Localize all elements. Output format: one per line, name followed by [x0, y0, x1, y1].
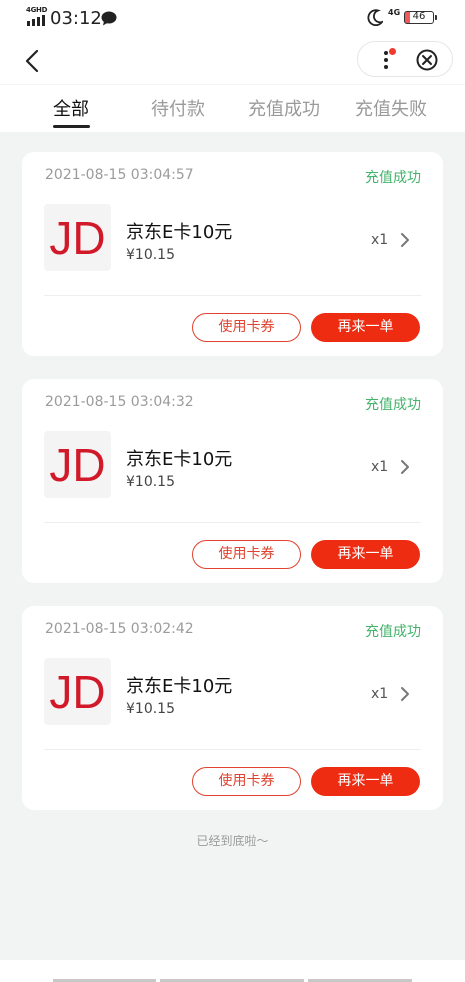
card-divider: [44, 749, 421, 750]
tab-recharge-failed[interactable]: 充值失败: [355, 95, 427, 121]
product-name: 京东E卡10元: [126, 449, 233, 470]
jd-logo-text: JD: [49, 439, 105, 491]
tab-pending-payment[interactable]: 待付款: [151, 95, 205, 121]
jd-logo: JD: [44, 431, 111, 498]
use-card-button[interactable]: 使用卡券: [192, 767, 301, 796]
order-time: 2021-08-15 03:04:32: [45, 394, 194, 410]
card-divider: [44, 522, 421, 523]
nav-bar: [0, 38, 465, 84]
signal-icon: [27, 15, 45, 26]
end-of-list-text: 已经到底啦～: [196, 834, 269, 848]
circle-x-icon[interactable]: [416, 49, 438, 71]
order-card[interactable]: 2021-08-15 03:04:32 充值成功 JD 京东E卡10元 ¥10.…: [22, 379, 443, 583]
clock: 03:12: [50, 8, 102, 29]
menu-capsule: [357, 41, 453, 77]
product-price: ¥10.15: [126, 701, 175, 717]
jd-logo-text: JD: [49, 666, 105, 718]
status-bar: 4GHD 03:12 4G 46: [0, 0, 465, 38]
order-tabs: 全部 待付款 充值成功 充值失败: [0, 84, 465, 132]
notification-dot: [389, 48, 396, 55]
use-card-button[interactable]: 使用卡券: [192, 540, 301, 569]
chevron-left-icon[interactable]: [22, 48, 44, 74]
jd-logo-text: JD: [49, 212, 105, 264]
product-price: ¥10.15: [126, 247, 175, 263]
product-quantity: x1: [371, 232, 389, 248]
chevron-right-icon[interactable]: [400, 459, 410, 475]
battery-level: 46: [412, 11, 426, 22]
product-price: ¥10.15: [126, 474, 175, 490]
bottom-bar: [0, 960, 465, 982]
product-quantity: x1: [371, 686, 389, 702]
moon-icon: [367, 9, 383, 26]
battery-icon: 46: [404, 11, 437, 24]
reorder-button[interactable]: 再来一单: [311, 540, 420, 569]
network-4g-label: 4G: [388, 8, 401, 17]
chevron-right-icon[interactable]: [400, 686, 410, 702]
order-card[interactable]: 2021-08-15 03:04:57 充值成功 JD 京东E卡10元 ¥10.…: [22, 152, 443, 356]
product-name: 京东E卡10元: [126, 222, 233, 243]
message-icon: [101, 11, 117, 26]
tab-recharge-success[interactable]: 充值成功: [248, 95, 320, 121]
order-time: 2021-08-15 03:04:57: [45, 167, 194, 183]
order-status: 充值成功: [365, 624, 421, 640]
jd-logo: JD: [44, 204, 111, 271]
order-status: 充值成功: [365, 170, 421, 186]
product-name: 京东E卡10元: [126, 676, 233, 697]
product-quantity: x1: [371, 459, 389, 475]
reorder-button[interactable]: 再来一单: [311, 313, 420, 342]
jd-logo: JD: [44, 658, 111, 725]
reorder-button[interactable]: 再来一单: [311, 767, 420, 796]
tab-all[interactable]: 全部: [53, 95, 89, 121]
order-time: 2021-08-15 03:02:42: [45, 621, 194, 637]
order-status: 充值成功: [365, 397, 421, 413]
use-card-button[interactable]: 使用卡券: [192, 313, 301, 342]
card-divider: [44, 295, 421, 296]
active-tab-indicator: [53, 125, 90, 128]
order-card[interactable]: 2021-08-15 03:02:42 充值成功 JD 京东E卡10元 ¥10.…: [22, 606, 443, 810]
chevron-right-icon[interactable]: [400, 232, 410, 248]
